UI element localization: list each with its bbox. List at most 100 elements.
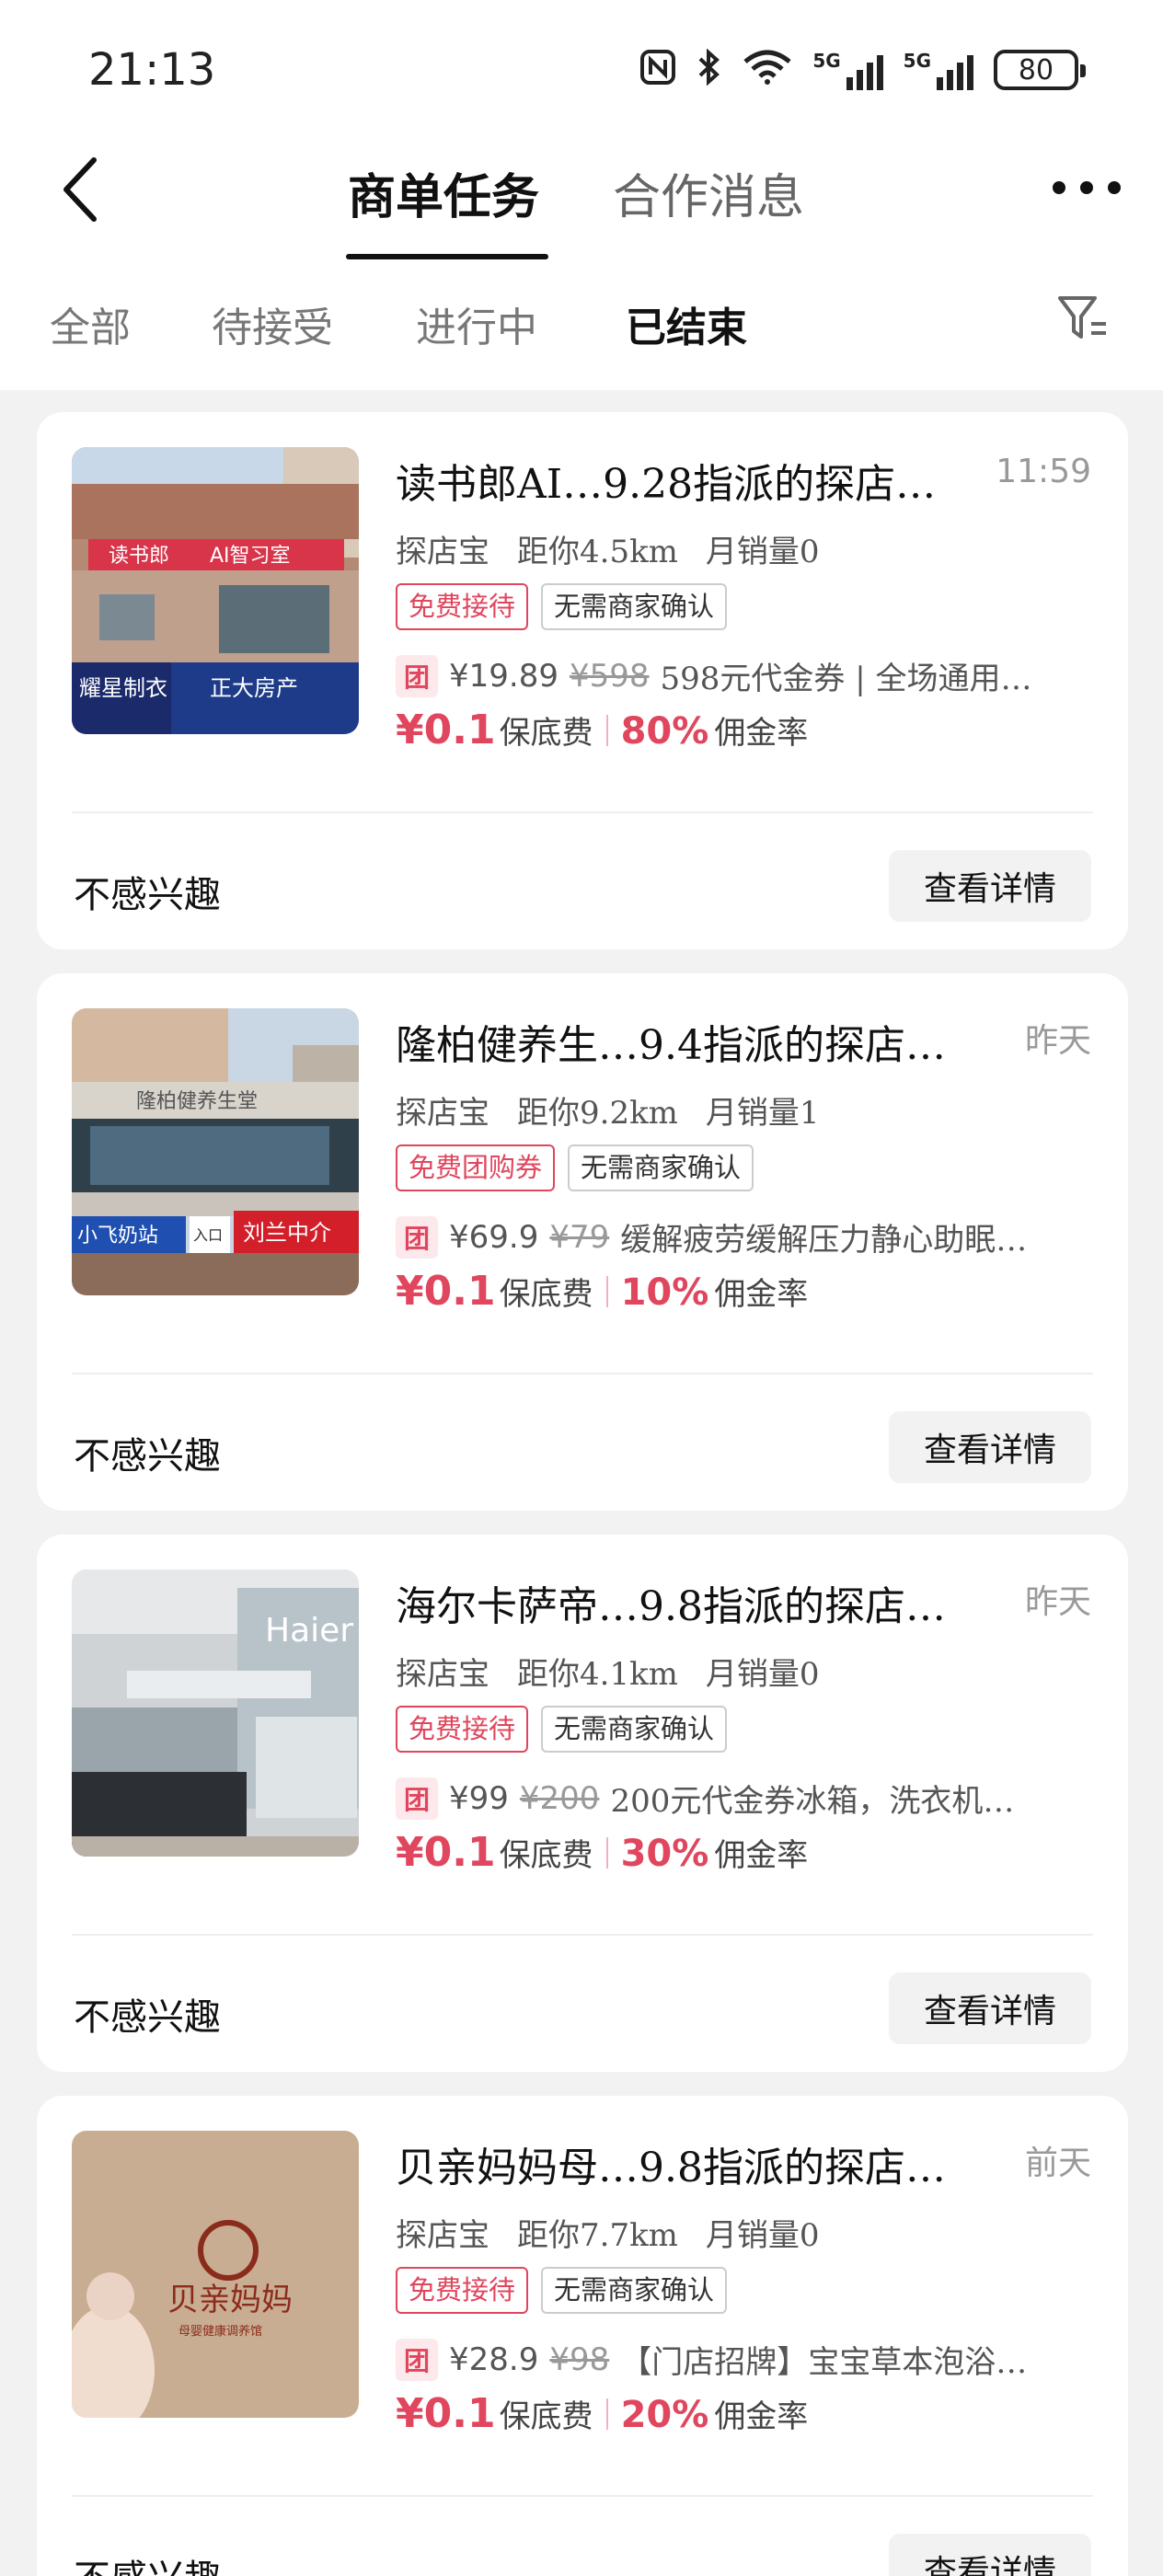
task-title: 读书郎AI…9.28指派的探店… — [396, 461, 937, 508]
filter-tab-pending[interactable]: 待接受 — [212, 294, 333, 353]
signal-label: 5G — [903, 50, 931, 72]
cellular-signal-2: 5G — [904, 50, 973, 90]
base-fee-label: 保底费 — [499, 1276, 593, 1313]
thumb-sign-text: Haier — [265, 1612, 353, 1650]
task-source: 探店宝 — [396, 534, 489, 570]
view-details-button[interactable]: 查看详情 — [889, 2534, 1091, 2576]
thumb-sign-text: 隆柏健养生堂 — [136, 1090, 258, 1113]
task-card[interactable]: 隆柏健养生堂 小飞奶站 入口 刘兰中介 隆柏健养生…9.4指派的探店… 昨天 探… — [37, 973, 1128, 1511]
fee-info: ¥0.1 保底费 10% 佣金率 — [396, 1268, 808, 1315]
fee-separator — [605, 1836, 608, 1869]
deal-info: 团 ¥19.89 ¥598 598元代金券 | 全场通用… — [396, 653, 1132, 698]
view-details-button[interactable]: 查看详情 — [889, 850, 1091, 922]
deal-price: ¥99 — [449, 1779, 509, 1817]
base-fee-value: ¥0.1 — [396, 2390, 496, 2437]
deal-price: ¥19.89 — [449, 657, 558, 695]
task-monthly-sales: 月销量0 — [705, 534, 820, 570]
deal-description: 缓解疲劳缓解压力静心助眠… — [620, 1222, 1028, 1259]
store-photo: Haier — [72, 1570, 359, 1857]
tab-business-tasks[interactable]: 商单任务 — [348, 158, 539, 227]
fee-info: ¥0.1 保底费 80% 佣金率 — [396, 707, 808, 753]
task-tag: 免费接待 — [396, 1706, 529, 1753]
battery-indicator: 80 — [994, 50, 1086, 90]
commission-rate: 30% — [620, 1833, 709, 1875]
fee-separator — [605, 2398, 608, 2430]
task-tags: 免费接待 无需商家确认 — [396, 1706, 728, 1753]
thumb-sign-text: 刘兰中介 — [243, 1220, 331, 1246]
task-tags: 免费接待 无需商家确认 — [396, 583, 728, 630]
fee-info: ¥0.1 保底费 30% 佣金率 — [396, 1829, 808, 1876]
filter-tab-all[interactable]: 全部 — [50, 294, 131, 353]
commission-rate-label: 佣金率 — [714, 715, 809, 752]
task-meta: 探店宝 距你4.1km 月销量0 — [396, 1649, 820, 1694]
task-tag: 无需商家确认 — [568, 1144, 754, 1191]
base-fee-value: ¥0.1 — [396, 1829, 496, 1876]
more-menu-icon[interactable] — [1053, 175, 1121, 201]
thumb-sign-text: 耀星制衣 — [79, 675, 167, 701]
group-buy-badge: 团 — [396, 1777, 438, 1820]
not-interested-button[interactable]: 不感兴趣 — [74, 1987, 221, 2041]
task-time: 前天 — [1024, 2145, 1091, 2182]
task-monthly-sales: 月销量0 — [705, 2217, 820, 2254]
filter-icon[interactable] — [1056, 293, 1110, 344]
commission-rate: 80% — [620, 710, 709, 753]
thumb-sign-text: 母婴健康调养馆 — [178, 2324, 262, 2339]
deal-original-price: ¥98 — [549, 2340, 610, 2378]
task-meta: 探店宝 距你9.2km 月销量1 — [396, 1087, 820, 1133]
tab-cooperation-messages[interactable]: 合作消息 — [613, 158, 804, 227]
task-tag: 无需商家确认 — [541, 2267, 728, 2314]
cellular-signal-1: 5G — [812, 50, 883, 90]
task-source: 探店宝 — [396, 2217, 489, 2254]
base-fee-label: 保底费 — [499, 1837, 593, 1874]
chevron-left-icon — [63, 157, 97, 222]
back-button[interactable] — [57, 155, 105, 224]
group-buy-badge: 团 — [396, 2338, 438, 2381]
view-details-button[interactable]: 查看详情 — [889, 1972, 1091, 2044]
task-time: 昨天 — [1024, 1022, 1091, 1060]
task-source: 探店宝 — [396, 1095, 489, 1132]
commission-rate-label: 佣金率 — [714, 1837, 809, 1874]
task-title: 海尔卡萨帝…9.8指派的探店… — [396, 1583, 946, 1630]
active-tab-indicator — [346, 254, 548, 259]
task-tag: 免费接待 — [396, 583, 529, 630]
deal-info: 团 ¥28.9 ¥98 【门店招牌】宝宝草本泡浴… — [396, 2337, 1132, 2382]
card-divider — [72, 1373, 1093, 1374]
task-title: 贝亲妈妈母…9.8指派的探店… — [396, 2145, 946, 2191]
wifi-icon — [743, 49, 792, 91]
task-time: 11:59 — [996, 453, 1091, 490]
task-title: 隆柏健养生…9.4指派的探店… — [396, 1022, 946, 1069]
task-monthly-sales: 月销量0 — [705, 1656, 820, 1693]
filter-tab-in-progress[interactable]: 进行中 — [416, 294, 537, 353]
not-interested-button[interactable]: 不感兴趣 — [74, 1426, 221, 1479]
group-buy-badge: 团 — [396, 1215, 438, 1259]
deal-original-price: ¥598 — [569, 657, 650, 695]
task-card[interactable]: 读书郎 AI智习室 耀星制衣 正大房产 读书郎AI…9.28指派的探店… 11:… — [37, 412, 1128, 949]
task-distance: 距你4.1km — [517, 1656, 678, 1693]
deal-description: 598元代金券 | 全场通用… — [660, 661, 1032, 697]
card-divider — [72, 811, 1093, 813]
view-details-button[interactable]: 查看详情 — [889, 1411, 1091, 1483]
task-card[interactable]: 贝亲妈妈 母婴健康调养馆 贝亲妈妈母…9.8指派的探店… 前天 探店宝 距你7.… — [37, 2096, 1128, 2576]
base-fee-label: 保底费 — [499, 2398, 593, 2435]
filter-tab-ended[interactable]: 已结束 — [626, 294, 747, 353]
base-fee-value: ¥0.1 — [396, 707, 496, 753]
not-interested-button[interactable]: 不感兴趣 — [74, 865, 221, 918]
task-monthly-sales: 月销量1 — [705, 1095, 820, 1132]
task-tag: 无需商家确认 — [541, 1706, 728, 1753]
base-fee-value: ¥0.1 — [396, 1268, 496, 1315]
task-meta: 探店宝 距你7.7km 月销量0 — [396, 2210, 820, 2255]
top-bar: 21:13 5G 5G 80 商单任务 合作消息 全部 待接受 进行中 已结束 — [0, 0, 1163, 390]
thumb-sign-text: 小飞奶站 — [77, 1225, 158, 1248]
task-time: 昨天 — [1024, 1583, 1091, 1621]
deal-price: ¥69.9 — [449, 1218, 539, 1256]
task-distance: 距你4.5km — [517, 534, 678, 570]
thumb-sign-text: AI智习室 — [210, 545, 291, 568]
task-distance: 距你7.7km — [517, 2217, 678, 2254]
task-card[interactable]: Haier 海尔卡萨帝…9.8指派的探店… 昨天 探店宝 距你4.1km 月销量… — [37, 1535, 1128, 2072]
not-interested-button[interactable]: 不感兴趣 — [74, 2548, 221, 2576]
thumb-sign-text: 正大房产 — [210, 675, 298, 701]
task-tag: 免费接待 — [396, 2267, 529, 2314]
fee-separator — [605, 1275, 608, 1307]
fee-separator — [605, 714, 608, 746]
base-fee-label: 保底费 — [499, 715, 593, 752]
